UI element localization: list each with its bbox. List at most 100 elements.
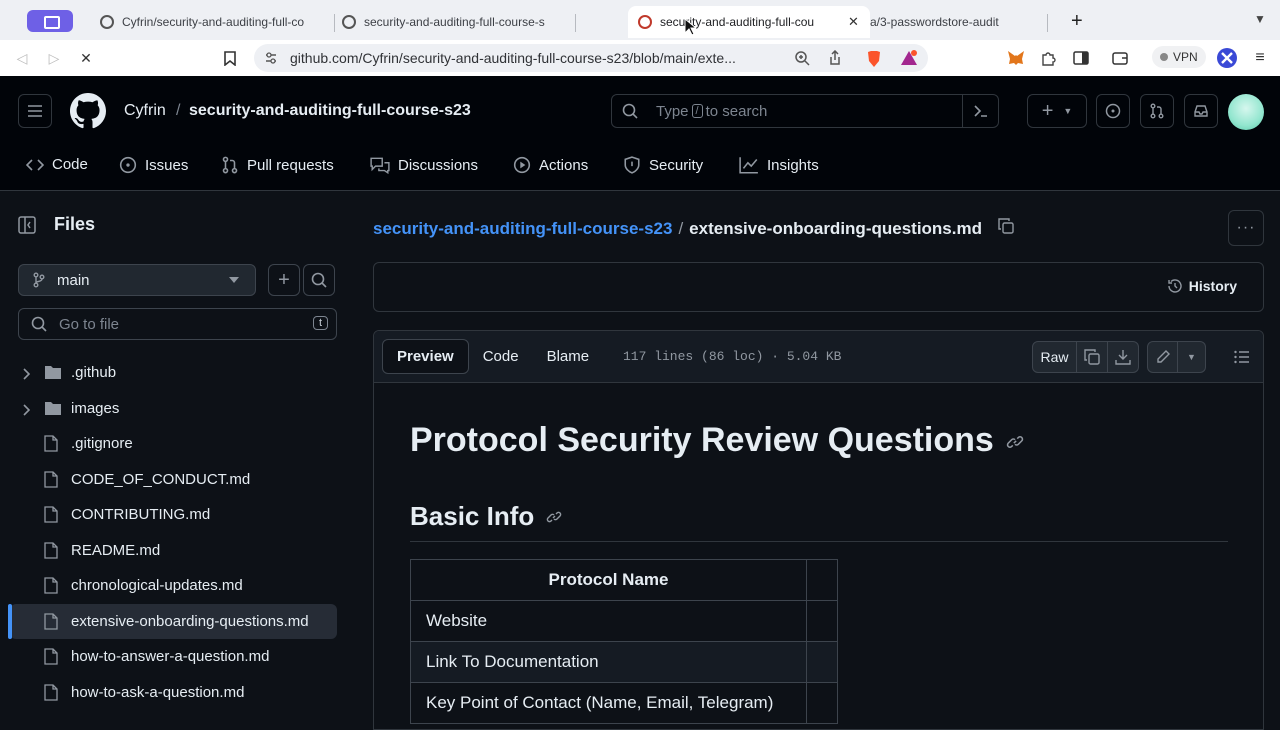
tab-issues[interactable]: Issues (119, 156, 188, 174)
back-icon[interactable]: ◁ (12, 48, 32, 68)
metamask-icon[interactable] (1006, 48, 1026, 68)
close-tab-icon[interactable]: ✕ (848, 14, 859, 30)
tab-insights[interactable]: Insights (739, 156, 819, 174)
tree-item-github-folder[interactable]: .github (0, 355, 354, 391)
forward-icon[interactable]: ▷ (44, 48, 64, 68)
anchor-link-icon[interactable] (1006, 421, 1024, 460)
basic-info-table: Protocol Name Website Link To Documentat… (410, 559, 838, 724)
collapse-sidebar-icon[interactable] (18, 215, 36, 234)
pull-requests-icon[interactable] (1140, 94, 1174, 128)
more-options-icon[interactable]: ··· (1228, 210, 1264, 246)
extension-icon[interactable] (27, 10, 73, 32)
browser-menu-icon[interactable]: ≡ (1250, 48, 1270, 68)
blame-tab[interactable]: Blame (533, 339, 604, 374)
code-tab[interactable]: Code (469, 339, 533, 374)
edit-pencil-icon[interactable] (1147, 341, 1178, 373)
profile-icon[interactable] (1216, 48, 1238, 68)
wallet-icon[interactable] (1110, 48, 1130, 68)
mouse-cursor-icon (684, 17, 698, 41)
search-files-button[interactable] (303, 264, 335, 296)
table-cell: Link To Documentation (410, 641, 807, 683)
folder-icon (44, 364, 62, 384)
tab-security[interactable]: Security (623, 156, 703, 174)
tab-code[interactable]: Code (26, 156, 88, 173)
address-bar[interactable]: github.com/Cyfrin/security-and-auditing-… (254, 44, 928, 72)
extensions-puzzle-icon[interactable] (1038, 48, 1058, 68)
preview-tab[interactable]: Preview (382, 339, 469, 374)
file-view: security-and-auditing-full-course-s23 / … (354, 192, 1280, 730)
user-avatar[interactable] (1228, 94, 1264, 130)
tree-item-how-to-answer[interactable]: how-to-answer-a-question.md (0, 639, 354, 675)
breadcrumb-repo-link[interactable]: security-and-auditing-full-course-s23 (373, 219, 672, 239)
file-icon (44, 541, 58, 563)
raw-button[interactable]: Raw (1032, 341, 1077, 373)
create-new-button[interactable]: + ▼ (1027, 94, 1087, 128)
tree-item-chronological-updates[interactable]: chronological-updates.md (0, 568, 354, 604)
tab-divider (334, 14, 335, 32)
file-content-box: Preview Code Blame 117 lines (86 loc) · … (373, 330, 1264, 730)
brave-rewards-icon[interactable] (900, 50, 917, 66)
section-heading: Basic Info (410, 501, 562, 532)
file-icon (44, 683, 58, 705)
tab-divider (575, 14, 576, 32)
issues-icon[interactable] (1096, 94, 1130, 128)
new-tab-icon[interactable]: + (1071, 10, 1083, 33)
tree-item-contributing[interactable]: CONTRIBUTING.md (0, 497, 354, 533)
bookmark-icon[interactable] (220, 48, 240, 68)
browser-tab-1[interactable]: Cyfrin/security-and-auditing-full-co (100, 6, 328, 38)
copy-raw-icon[interactable] (1077, 341, 1108, 373)
download-icon[interactable] (1108, 341, 1139, 373)
zoom-icon[interactable] (794, 50, 810, 66)
table-cell-empty (806, 600, 838, 642)
share-icon[interactable] (827, 49, 843, 66)
edit-dropdown-chevron-icon[interactable]: ▼ (1178, 341, 1206, 373)
search-placeholder-start: Type (656, 102, 689, 120)
outline-list-icon[interactable] (1226, 341, 1258, 373)
search-icon (622, 103, 638, 119)
go-to-file-input[interactable]: Go to file t (18, 308, 337, 340)
tab-pull-requests[interactable]: Pull requests (221, 156, 334, 174)
repo-owner-link[interactable]: Cyfrin (124, 102, 166, 120)
heading-divider (410, 541, 1228, 542)
sidebar-toggle-icon[interactable] (1071, 48, 1091, 68)
site-info-icon[interactable] (264, 51, 278, 65)
file-icon (44, 648, 58, 669)
tab-divider (1047, 14, 1048, 32)
tree-item-code-of-conduct[interactable]: CODE_OF_CONDUCT.md (0, 462, 354, 498)
copy-path-icon[interactable] (998, 218, 1014, 239)
document-heading: Protocol Security Review Questions (410, 421, 1024, 460)
files-title: Files (54, 214, 96, 234)
brave-shields-icon[interactable] (866, 50, 882, 67)
table-header-cell: Protocol Name (410, 559, 807, 601)
tree-item-gitignore[interactable]: .gitignore (0, 426, 354, 462)
tree-item-how-to-ask[interactable]: how-to-ask-a-question.md (0, 675, 354, 711)
stop-loading-icon[interactable]: ✕ (76, 48, 96, 68)
chevron-right-icon[interactable] (22, 403, 31, 420)
browser-tab-4[interactable]: a/3-passwordstore-audit (870, 6, 1040, 38)
add-file-button[interactable]: + (268, 264, 300, 296)
chevron-right-icon[interactable] (22, 367, 31, 384)
tab-list-chevron-icon[interactable]: ▼ (1254, 12, 1266, 26)
branch-selector[interactable]: main (18, 264, 256, 296)
selected-indicator (8, 603, 12, 639)
browser-tab-3-active[interactable]: security-and-auditing-full-cou ✕ (628, 6, 870, 38)
repo-name-link[interactable]: security-and-auditing-full-course-s23 (189, 102, 471, 120)
hamburger-menu-icon[interactable] (18, 94, 52, 128)
file-icon (44, 577, 58, 598)
graph-icon (739, 156, 759, 174)
tree-item-readme[interactable]: README.md (0, 533, 354, 569)
vpn-button[interactable]: VPN (1152, 46, 1206, 68)
anchor-link-icon[interactable] (546, 501, 562, 532)
tab-actions[interactable]: Actions (513, 156, 588, 174)
go-to-file-placeholder: Go to file (59, 315, 120, 333)
tree-item-images-folder[interactable]: images (0, 391, 354, 427)
global-search-input[interactable]: Type / to search (611, 94, 999, 128)
browser-tab-2[interactable]: security-and-auditing-full-course-s (342, 6, 568, 38)
command-palette-icon[interactable] (962, 95, 998, 127)
inbox-icon[interactable] (1184, 94, 1218, 128)
search-icon (311, 272, 327, 288)
history-button[interactable]: History (1167, 278, 1237, 294)
tree-item-extensive-onboarding-questions[interactable]: extensive-onboarding-questions.md (8, 603, 337, 639)
tab-discussions[interactable]: Discussions (370, 156, 478, 174)
github-logo-icon[interactable] (70, 93, 106, 134)
